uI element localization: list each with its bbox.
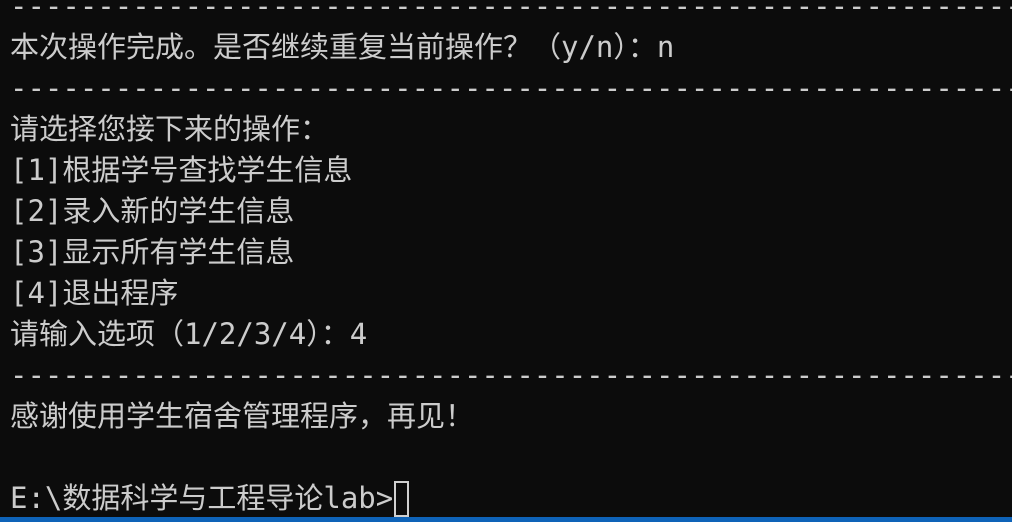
shell-prompt-line[interactable]: E:\数据科学与工程导论lab> xyxy=(10,478,1012,519)
menu-option-1: [1]根据学号查找学生信息 xyxy=(10,153,353,187)
separator-line: ----------------------------------------… xyxy=(10,71,1012,105)
option-input-line: 请输入选项（1/2/3/4）：4 xyxy=(10,317,368,351)
menu-option-3: [3]显示所有学生信息 xyxy=(10,235,295,269)
separator-line: ----------------------------------------… xyxy=(10,0,1012,23)
terminal-window[interactable]: ----------------------------------------… xyxy=(0,0,1012,522)
menu-title-line: 请选择您接下来的操作： xyxy=(10,112,330,146)
terminal-output: ----------------------------------------… xyxy=(10,0,1012,519)
menu-option-4: [4]退出程序 xyxy=(10,276,179,310)
status-bar xyxy=(0,517,1012,522)
menu-option-2: [2]录入新的学生信息 xyxy=(10,194,295,228)
text-cursor[interactable] xyxy=(394,480,410,517)
goodbye-line: 感谢使用学生宿舍管理程序，再见！ xyxy=(10,399,475,433)
separator-line: ----------------------------------------… xyxy=(10,358,1012,392)
continue-prompt-line: 本次操作完成。是否继续重复当前操作？（y/n）：n xyxy=(10,30,675,64)
shell-prompt: E:\数据科学与工程导论lab> xyxy=(10,481,394,515)
